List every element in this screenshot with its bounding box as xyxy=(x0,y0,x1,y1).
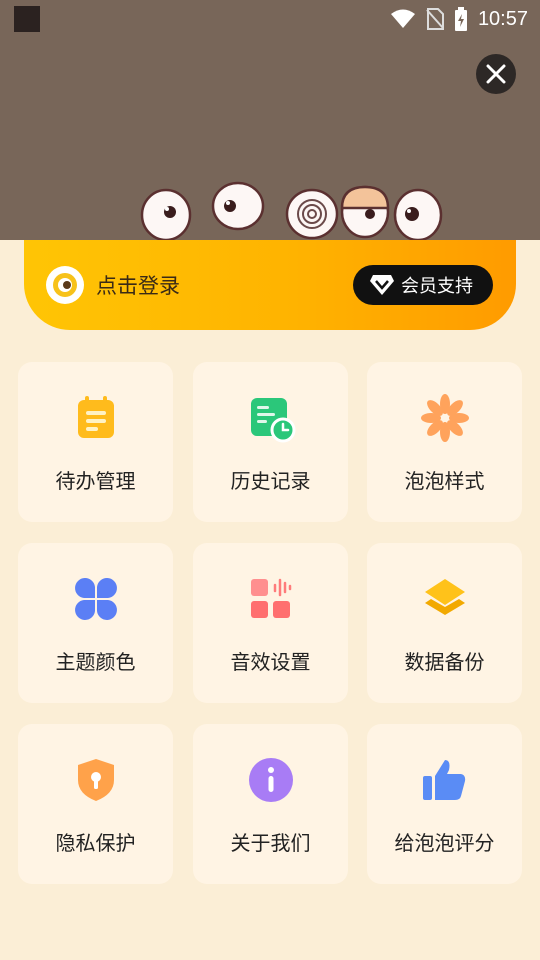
eye-3-spiral xyxy=(285,188,339,240)
menu-grid: 待办管理 历史记录 泡泡样式 主题颜色 音效设置 数据备份 隐私保护 关于我们 … xyxy=(18,362,522,884)
menu-item-label: 主题颜色 xyxy=(55,650,136,674)
status-bar: 10:57 xyxy=(0,0,540,38)
menu-item-theme-color[interactable]: 主题颜色 xyxy=(18,543,173,703)
info-icon xyxy=(248,758,293,802)
menu-item-label: 数据备份 xyxy=(404,650,485,674)
menu-item-history[interactable]: 历史记录 xyxy=(193,362,348,522)
shield-lock-icon xyxy=(77,759,114,801)
menu-item-label: 隐私保护 xyxy=(55,831,136,855)
thumbs-up-icon xyxy=(422,760,465,800)
notification-icon xyxy=(14,6,40,32)
eyes-illustration xyxy=(140,181,443,240)
eye-5 xyxy=(393,188,443,240)
menu-item-label: 音效设置 xyxy=(230,650,311,674)
menu-item-bubble-style[interactable]: 泡泡样式 xyxy=(367,362,522,522)
menu-item-label: 泡泡样式 xyxy=(404,469,485,493)
menu-item-data-backup[interactable]: 数据备份 xyxy=(367,543,522,703)
menu-item-label: 历史记录 xyxy=(230,469,311,493)
menu-item-about-us[interactable]: 关于我们 xyxy=(193,724,348,884)
diamond-icon xyxy=(370,275,394,295)
battery-icon xyxy=(454,7,467,31)
wifi-icon xyxy=(390,9,415,28)
avatar-face-icon xyxy=(53,273,77,297)
login-prompt[interactable]: 点击登录 xyxy=(96,270,180,300)
flower-icon xyxy=(420,394,469,442)
history-icon xyxy=(250,398,295,443)
eye-4-sleepy xyxy=(340,185,390,239)
menu-item-label: 待办管理 xyxy=(55,469,136,493)
no-sim-icon xyxy=(426,8,444,30)
vip-support-button[interactable]: 会员支持 xyxy=(353,265,493,305)
login-card[interactable]: 点击登录 会员支持 xyxy=(24,240,516,330)
menu-item-todo[interactable]: 待办管理 xyxy=(18,362,173,522)
status-icons: 10:57 xyxy=(390,6,528,32)
menu-item-rate-app[interactable]: 给泡泡评分 xyxy=(367,724,522,884)
menu-item-label: 给泡泡评分 xyxy=(394,831,495,855)
eye-1 xyxy=(140,188,192,240)
menu-item-label: 关于我们 xyxy=(230,831,311,855)
clock: 10:57 xyxy=(477,7,528,30)
menu-item-sound-settings[interactable]: 音效设置 xyxy=(193,543,348,703)
layers-icon xyxy=(424,579,465,615)
sound-icon xyxy=(250,578,291,618)
menu-item-privacy[interactable]: 隐私保护 xyxy=(18,724,173,884)
avatar[interactable] xyxy=(46,266,84,304)
clover-icon xyxy=(74,578,117,620)
vip-support-label: 会员支持 xyxy=(401,276,473,297)
notepad-icon xyxy=(77,396,114,438)
eye-2 xyxy=(211,181,265,231)
